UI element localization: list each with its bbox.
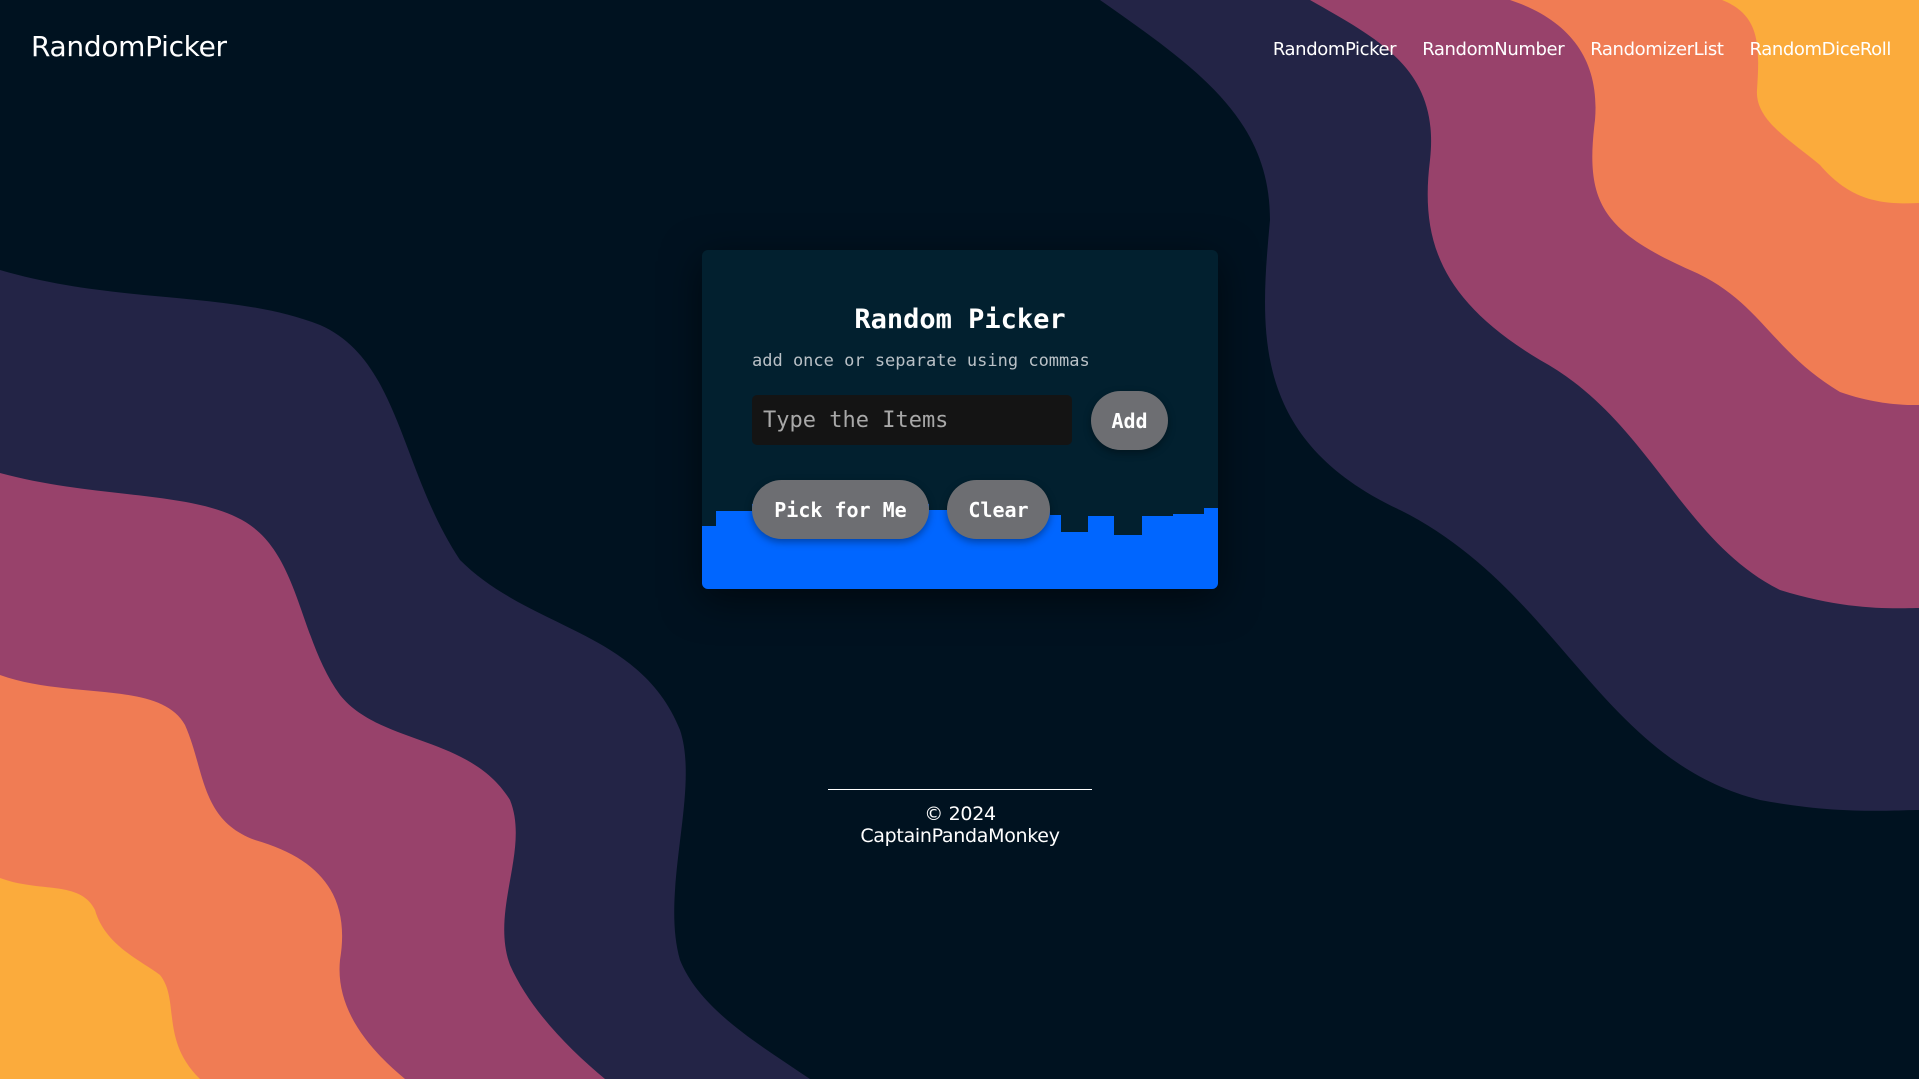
footer-copyright: © 2024 CaptainPandaMonkey: [860, 803, 1060, 847]
footer-divider: [828, 789, 1092, 790]
clear-button[interactable]: Clear: [947, 480, 1050, 539]
brand-logo[interactable]: RandomPicker: [31, 30, 227, 63]
card-subtitle: add once or separate using commas: [752, 351, 1090, 371]
card-title: Random Picker: [854, 304, 1066, 335]
top-nav: RandomPicker RandomNumber RandomizerList…: [1273, 39, 1892, 60]
add-button[interactable]: Add: [1091, 391, 1168, 450]
page: RandomPicker RandomPicker RandomNumber R…: [0, 0, 1919, 1079]
nav-link-randomizer-list[interactable]: RandomizerList: [1590, 39, 1724, 60]
nav-link-random-number[interactable]: RandomNumber: [1422, 39, 1564, 60]
items-input[interactable]: [752, 395, 1072, 445]
nav-link-random-picker[interactable]: RandomPicker: [1273, 39, 1397, 60]
nav-link-random-dice-roll[interactable]: RandomDiceRoll: [1750, 39, 1892, 60]
pick-for-me-button[interactable]: Pick for Me: [752, 480, 929, 539]
picker-card: Random Picker add once or separate using…: [702, 250, 1218, 589]
